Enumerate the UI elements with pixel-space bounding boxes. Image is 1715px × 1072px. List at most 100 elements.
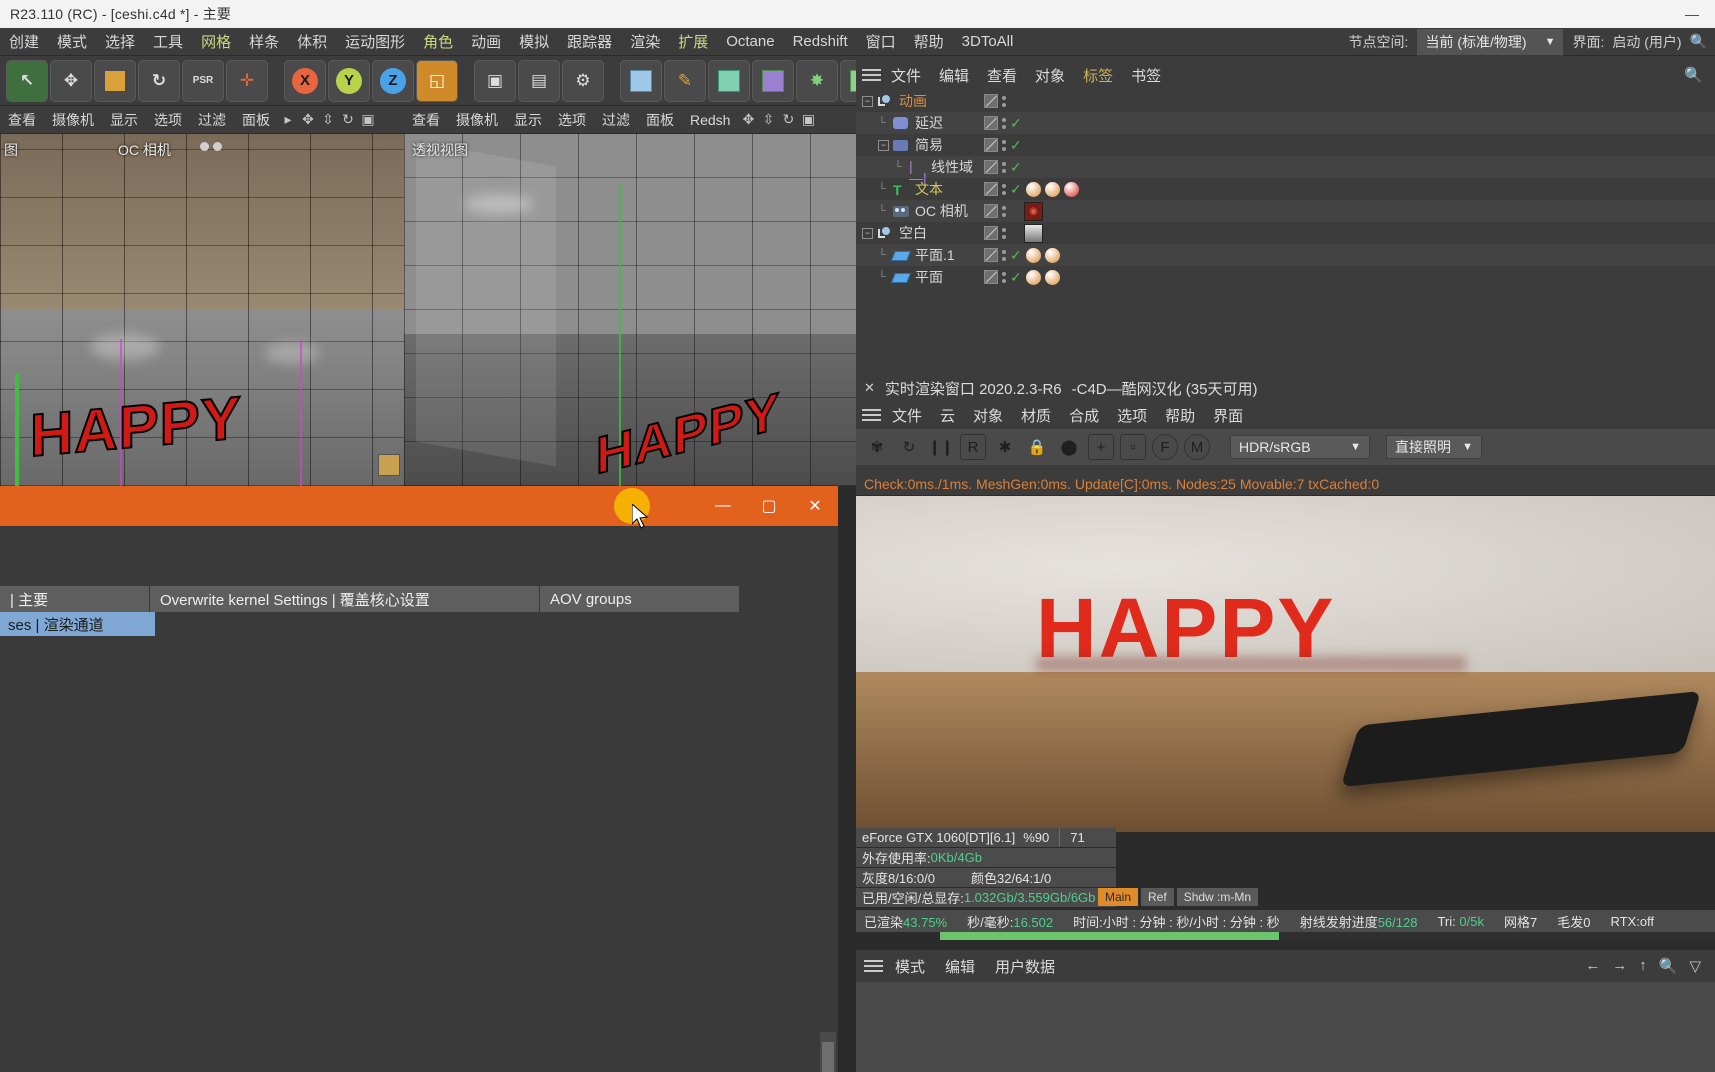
menu-item-3[interactable]: 工具 [144, 31, 192, 52]
colorspace-dropdown[interactable]: HDR/sRGB ▼ [1230, 435, 1370, 459]
deformer-button[interactable] [752, 59, 794, 102]
vp-right-rotate-icon[interactable]: ↻ [778, 111, 798, 128]
move-tool-button[interactable]: ✥ [50, 59, 92, 102]
visibility-dots[interactable] [1002, 249, 1006, 261]
psr-tool-button[interactable]: PSR [182, 59, 224, 102]
lv-menu-cloud[interactable]: 云 [933, 405, 962, 426]
vp-right-menu-5[interactable]: 面板 [638, 110, 682, 130]
menu-item-18[interactable]: 3DToAll [953, 33, 1023, 50]
menu-item-1[interactable]: 模式 [48, 31, 96, 52]
axis-move-tool-button[interactable]: ✛ [226, 59, 268, 102]
render-view-button[interactable]: ▣ [474, 59, 516, 102]
render-preview-image[interactable]: HAPPY [856, 496, 1715, 832]
vp-left-rotate-icon[interactable]: ↻ [338, 111, 358, 128]
vp-left-scale-icon[interactable]: ⇳ [318, 111, 338, 128]
om-search-icon[interactable]: 🔍 [1684, 66, 1715, 84]
live-selection-tool-button[interactable]: ↖ [6, 59, 48, 102]
attr-menu-edit[interactable]: 编辑 [937, 956, 983, 977]
environment-button[interactable]: ✸ [796, 59, 838, 102]
dialog-close-button[interactable]: ✕ [792, 486, 838, 526]
forward-arrow-icon[interactable]: → [1612, 957, 1627, 975]
attr-search-icon[interactable]: 🔍 [1659, 957, 1678, 975]
visibility-dots[interactable] [1002, 161, 1006, 173]
enabled-check-icon[interactable]: ✓ [1010, 247, 1022, 264]
hamburger-icon[interactable] [862, 66, 881, 84]
pause-icon[interactable]: ❙❙ [928, 434, 954, 460]
menu-item-7[interactable]: 运动图形 [336, 31, 414, 52]
om-menu-edit[interactable]: 编辑 [931, 65, 977, 86]
enabled-check-icon[interactable]: ✓ [1010, 137, 1022, 154]
menu-item-13[interactable]: 扩展 [669, 31, 717, 52]
menu-item-16[interactable]: 窗口 [857, 31, 905, 52]
tab-main[interactable]: | 主要 [0, 586, 150, 612]
material-tag[interactable] [1044, 269, 1060, 285]
menu-item-9[interactable]: 动画 [462, 31, 510, 52]
vp-left-menu-4[interactable]: 过滤 [190, 110, 234, 130]
vp-left-overflow-icon[interactable]: ▸ [278, 111, 298, 128]
back-arrow-icon[interactable]: ← [1585, 957, 1600, 975]
material-ball-icon[interactable]: ⬤ [1056, 434, 1082, 460]
om-menu-view[interactable]: 查看 [979, 65, 1025, 86]
visibility-toggle[interactable] [984, 270, 998, 284]
viewport-right[interactable]: HAPPY 透视视图 [404, 134, 856, 486]
kernel-settings-icon[interactable]: ✱ [992, 434, 1018, 460]
lv-menu-interface[interactable]: 界面 [1206, 405, 1250, 426]
visibility-toggle[interactable] [984, 204, 998, 218]
material-tag[interactable] [1025, 247, 1041, 263]
material-picker-icon[interactable]: M [1184, 434, 1210, 460]
dialog-maximize-button[interactable]: ▢ [746, 486, 792, 526]
om-menu-file[interactable]: 文件 [883, 65, 929, 86]
menu-item-2[interactable]: 选择 [96, 31, 144, 52]
snapshot-icon[interactable]: ▫ [1120, 434, 1146, 460]
lv-menu-object[interactable]: 对象 [966, 405, 1010, 426]
live-viewer-hamburger-icon[interactable] [862, 406, 881, 424]
add-region-icon[interactable]: + [1088, 434, 1114, 460]
menu-item-10[interactable]: 模拟 [510, 31, 558, 52]
window-minimize-button[interactable]: — [1669, 0, 1715, 28]
attr-menu-userdata[interactable]: 用户数据 [987, 956, 1063, 977]
generator-button[interactable] [708, 59, 750, 102]
chip-shadow[interactable]: Shdw :m-Mn [1176, 888, 1259, 906]
visibility-dots[interactable] [1002, 95, 1006, 107]
enabled-check-icon[interactable]: ✓ [1010, 115, 1022, 132]
axis-y-button[interactable]: Y [328, 59, 370, 102]
vp-right-menu-0[interactable]: 查看 [404, 110, 448, 130]
vp-right-menu-3[interactable]: 选项 [550, 110, 594, 130]
vp-left-menu-0[interactable]: 查看 [0, 110, 44, 130]
expander-toggle[interactable]: − [862, 95, 873, 107]
lv-menu-composite[interactable]: 合成 [1062, 405, 1106, 426]
refresh-icon[interactable]: ↻ [896, 434, 922, 460]
render-settings-button[interactable]: ⚙ [562, 59, 604, 102]
object-tree[interactable]: − 动画 └ 延迟 ✓ − 简易 ✓ └ |—| 线性域 ✓ └ T 文本 ✓ └ OC 相机 ◉ − 空白 └ 平面.1 ✓… [856, 90, 1715, 380]
vp-left-menu-5[interactable]: 面板 [234, 110, 278, 130]
menu-item-12[interactable]: 渲染 [621, 31, 669, 52]
visibility-dots[interactable] [1002, 183, 1006, 195]
object-row[interactable]: − 动画 [856, 90, 1715, 112]
cube-primitive-button[interactable] [620, 59, 662, 102]
enabled-check-icon[interactable]: ✓ [1010, 181, 1022, 198]
dialog-scrollbar-thumb[interactable] [822, 1042, 834, 1072]
spline-pen-button[interactable]: ✎ [664, 59, 706, 102]
visibility-dots[interactable] [1002, 205, 1006, 217]
visibility-dots[interactable] [1002, 139, 1006, 151]
object-row[interactable]: └ T 文本 ✓ [856, 178, 1715, 200]
material-tag[interactable] [1025, 269, 1041, 285]
visibility-dots[interactable] [1002, 227, 1006, 239]
lock-icon[interactable]: 🔒 [1024, 434, 1050, 460]
lv-menu-help[interactable]: 帮助 [1158, 405, 1202, 426]
menu-item-8[interactable]: 角色 [414, 31, 462, 52]
menu-item-0[interactable]: 创建 [0, 31, 48, 52]
menu-item-5[interactable]: 样条 [240, 31, 288, 52]
material-tag[interactable] [1044, 247, 1060, 263]
hdri-environment-tag[interactable] [1024, 223, 1043, 243]
object-row[interactable]: └ 平面 ✓ [856, 266, 1715, 288]
visibility-toggle[interactable] [984, 248, 998, 262]
om-menu-tags[interactable]: 标签 [1075, 65, 1121, 86]
render-region-button[interactable]: ▤ [518, 59, 560, 102]
material-tag[interactable] [1063, 181, 1079, 197]
dialog-selected-list-item[interactable]: ses | 渲染通道 [0, 612, 155, 636]
vp-right-menu-4[interactable]: 过滤 [594, 110, 638, 130]
nodespace-dropdown[interactable]: 当前 (标准/物理) ▼ [1416, 27, 1565, 56]
vp-right-menu-6[interactable]: Redsh [682, 112, 738, 128]
vp-left-move-icon[interactable]: ✥ [298, 111, 318, 128]
